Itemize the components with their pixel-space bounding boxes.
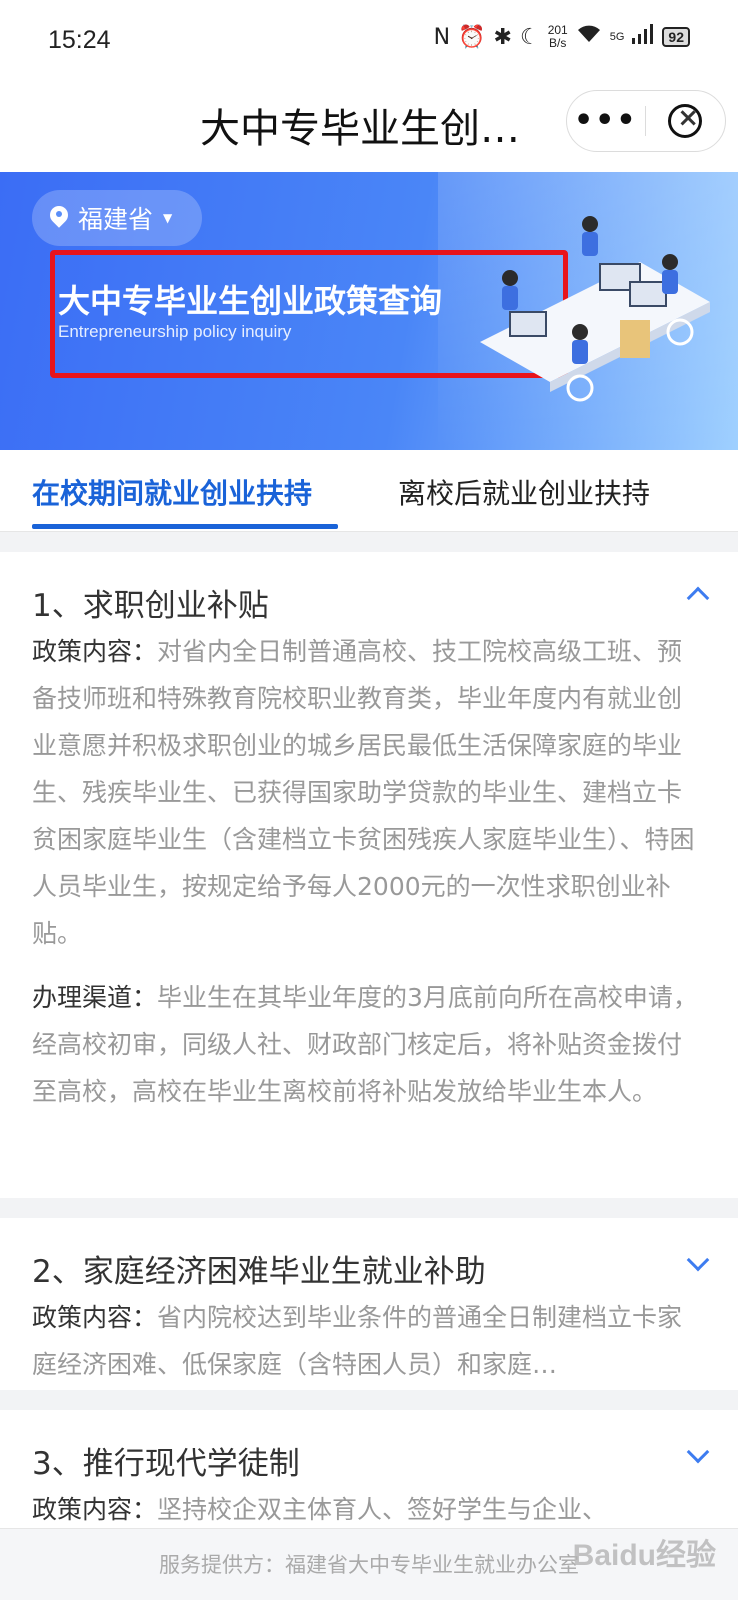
tab-in-school[interactable]: 在校期间就业创业扶持: [32, 472, 312, 512]
tab-bar: 在校期间就业创业扶持 离校后就业创业扶持: [0, 450, 738, 532]
policy-content-text: 对省内全日制普通高校、技工院校高级工班、预备技师班和特殊教育院校职业教育类，毕业…: [32, 637, 695, 948]
location-pin-icon: [50, 206, 68, 230]
policy-card: 3、推行现代学徒制 政策内容：坚持校企双主体育人、签好学生与企业、: [0, 1410, 738, 1528]
net-speed: 201 B/s: [547, 23, 568, 50]
page-title: 大中专毕业生创…: [200, 106, 520, 152]
battery-icon: 92: [662, 27, 690, 47]
chevron-down-icon[interactable]: [686, 1248, 710, 1272]
close-button[interactable]: [646, 103, 726, 138]
status-icons: N ⏰ ✱ ☾ 201 B/s 5G 92: [434, 24, 690, 50]
moon-icon: ☾: [519, 24, 540, 50]
policy-content: 政策内容：坚持校企双主体育人、签好学生与企业、: [32, 1486, 706, 1528]
policy-content-text: 坚持校企双主体育人、签好学生与企业、: [157, 1495, 608, 1524]
wifi-icon: [576, 24, 602, 50]
active-tab-indicator: [32, 524, 338, 529]
policy-content: 政策内容：省内院校达到毕业条件的普通全日制建档立卡家庭经济困难、低保家庭（含特困…: [32, 1294, 706, 1388]
policy-title[interactable]: 3、推行现代学徒制: [32, 1438, 300, 1483]
title-bar: 大中专毕业生创… •••: [0, 80, 738, 172]
policy-content-label: 政策内容：: [32, 637, 158, 666]
policy-content: 政策内容：对省内全日制普通高校、技工院校高级工班、预备技师班和特殊教育院校职业教…: [32, 628, 706, 957]
caret-down-icon: ▼: [163, 211, 173, 225]
policy-channel: 办理渠道：毕业生在其毕业年度的3月底前向所在高校申请，经高校初审，同级人社、财政…: [32, 974, 706, 1115]
region-selector[interactable]: 福建省 ▼: [32, 190, 202, 246]
office-illustration: [480, 216, 710, 402]
policy-card: 2、家庭经济困难毕业生就业补助 政策内容：省内院校达到毕业条件的普通全日制建档立…: [0, 1218, 738, 1390]
bluetooth-icon: ✱: [493, 24, 512, 50]
banner: 福建省 ▼ 大中专毕业生创业政策查询 Entrepreneurship poli…: [0, 172, 738, 450]
tab-after-graduation[interactable]: 离校后就业创业扶持: [398, 472, 650, 512]
policy-title[interactable]: 1、求职创业补贴: [32, 580, 269, 625]
chevron-up-icon[interactable]: [686, 586, 710, 610]
banner-subtitle: Entrepreneurship policy inquiry: [58, 322, 292, 341]
signal-label: 5G: [609, 31, 625, 43]
policy-card: 1、求职创业补贴 政策内容：对省内全日制普通高校、技工院校高级工班、预备技师班和…: [0, 552, 738, 1198]
mini-program-capsule: •••: [566, 90, 726, 152]
alarm-icon: ⏰: [458, 24, 486, 50]
nfc-icon: N: [433, 24, 451, 50]
policy-content-label: 政策内容：: [32, 1495, 158, 1524]
chevron-down-icon[interactable]: [686, 1440, 710, 1464]
status-bar: 15:24 N ⏰ ✱ ☾ 201 B/s 5G 92: [0, 0, 738, 80]
signal-icon: [632, 24, 654, 50]
close-icon: [668, 103, 703, 138]
region-label: 福建省: [78, 205, 154, 234]
policy-content-label: 政策内容：: [32, 1303, 158, 1332]
banner-title: 大中专毕业生创业政策查询: [58, 282, 443, 320]
more-icon[interactable]: •••: [567, 106, 645, 136]
policy-channel-label: 办理渠道：: [32, 983, 158, 1012]
status-time: 15:24: [48, 26, 111, 54]
watermark: Baidu经验: [572, 1539, 716, 1572]
policy-title[interactable]: 2、家庭经济困难毕业生就业补助: [32, 1246, 486, 1291]
